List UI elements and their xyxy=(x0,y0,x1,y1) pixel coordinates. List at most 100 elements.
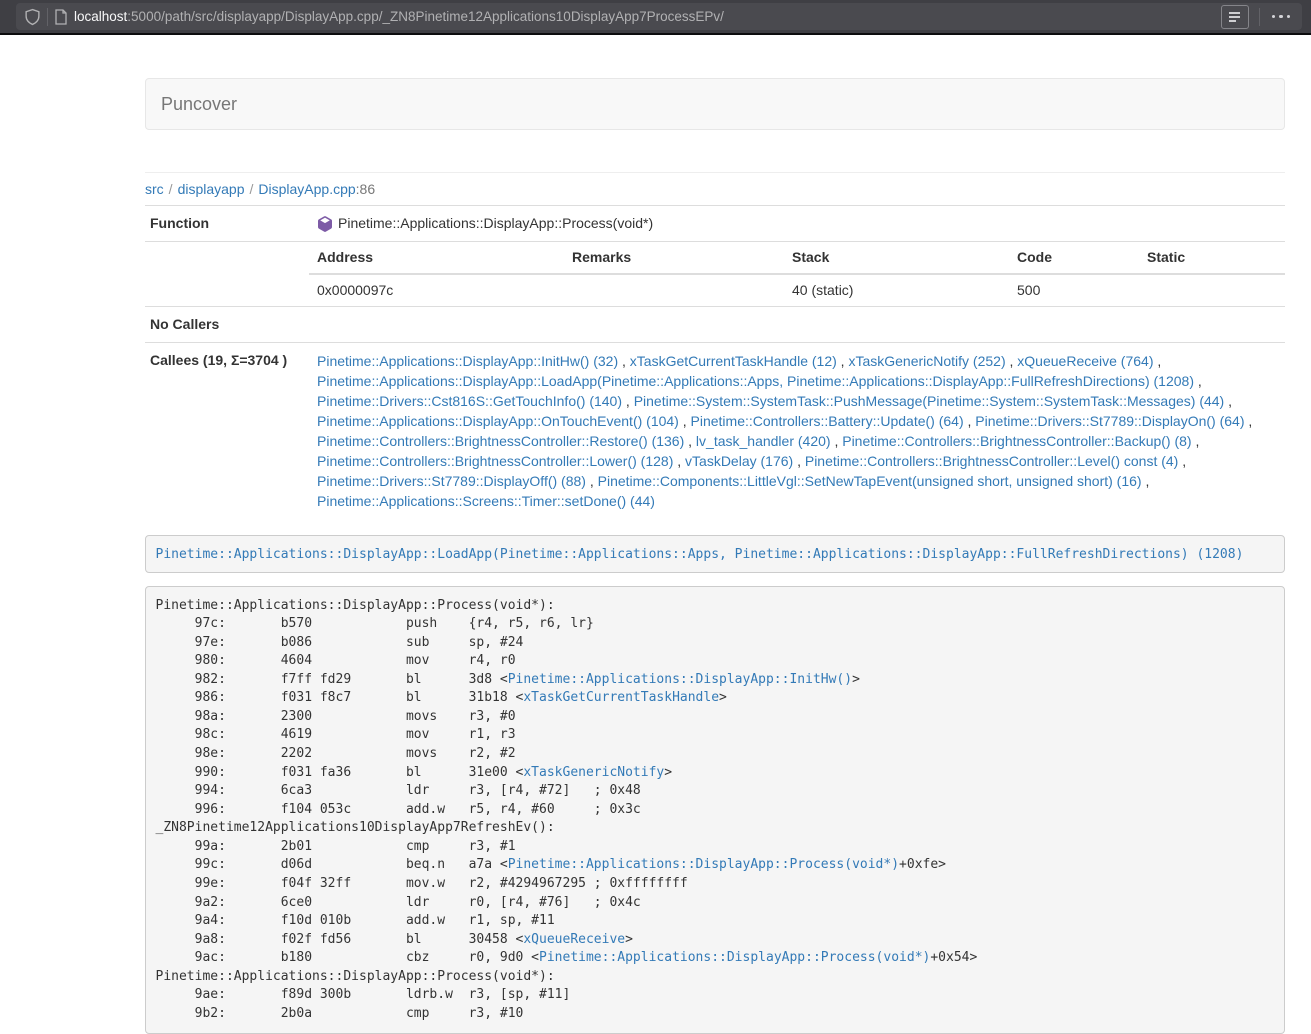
col-header-address: Address xyxy=(309,242,564,274)
callee-link[interactable]: Pinetime::Controllers::BrightnessControl… xyxy=(317,433,684,449)
asm-symbol-link[interactable]: xTaskGenericNotify xyxy=(523,765,664,780)
highlighted-symbol-link[interactable]: Pinetime::Applications::DisplayApp::Load… xyxy=(156,547,1244,562)
brand-panel: Puncover xyxy=(145,78,1285,130)
breadcrumb-separator: / xyxy=(250,181,254,197)
callee-line: Pinetime::Applications::DisplayApp::Load… xyxy=(317,371,1277,391)
url-text[interactable]: localhost:5000/path/src/displayapp/Displ… xyxy=(74,9,1221,24)
breadcrumb: src/displayapp/DisplayApp.cpp:86 xyxy=(145,179,1285,205)
callee-link[interactable]: xQueueReceive (764) xyxy=(1017,353,1153,369)
callee-separator: , xyxy=(684,433,696,449)
callee-separator: , xyxy=(1006,353,1018,369)
breadcrumb-link-src[interactable]: src xyxy=(145,181,164,197)
callee-separator: , xyxy=(673,453,685,469)
function-row: Function Pinetime::Applications::Display… xyxy=(145,206,1285,242)
asm-symbol-link[interactable]: Pinetime::Applications::DisplayApp::Init… xyxy=(508,672,852,687)
assembly-code: Pinetime::Applications::DisplayApp::Proc… xyxy=(156,597,1275,1024)
callee-separator: , xyxy=(1194,373,1202,389)
callee-separator: , xyxy=(586,473,598,489)
asm-line: 98e: 2202 movs r2, #2 xyxy=(156,745,1275,764)
callee-link[interactable]: Pinetime::Components::LittleVgl::SetNewT… xyxy=(598,473,1142,489)
callee-separator: , xyxy=(793,453,805,469)
callee-separator: , xyxy=(679,413,691,429)
callee-separator: , xyxy=(837,353,849,369)
asm-line: 986: f031 f8c7 bl 31b18 <xTaskGetCurrent… xyxy=(156,689,1275,708)
callee-link[interactable]: Pinetime::Controllers::Battery::Update()… xyxy=(691,413,964,429)
callee-separator: , xyxy=(1153,353,1161,369)
callee-link[interactable]: Pinetime::Controllers::BrightnessControl… xyxy=(842,433,1191,449)
asm-line: 99e: f04f 32ff mov.w r2, #4294967295 ; 0… xyxy=(156,875,1275,894)
static-value xyxy=(1139,274,1285,306)
address-value: 0x0000097c xyxy=(309,274,564,306)
function-label: Function xyxy=(145,206,309,242)
callee-separator: , xyxy=(831,433,843,449)
asm-line: 9ae: f89d 300b ldrb.w r3, [sp, #11] xyxy=(156,986,1275,1005)
metrics-row: Address Remarks Stack Code Static 0x0000… xyxy=(145,242,1285,307)
callee-link[interactable]: xTaskGenericNotify (252) xyxy=(848,353,1005,369)
callee-line: Pinetime::Controllers::BrightnessControl… xyxy=(317,431,1277,451)
remarks-value xyxy=(564,274,784,306)
metrics-header-row: Address Remarks Stack Code Static xyxy=(309,242,1285,274)
page-icon xyxy=(54,9,68,25)
asm-line: 9ac: b180 cbz r0, 9d0 <Pinetime::Applica… xyxy=(156,949,1275,968)
asm-line: 98a: 2300 movs r3, #0 xyxy=(156,708,1275,727)
asm-symbol-link[interactable]: xTaskGetCurrentTaskHandle xyxy=(523,690,719,705)
function-table: Function Pinetime::Applications::Display… xyxy=(145,205,1285,519)
package-icon xyxy=(317,216,333,232)
callee-link[interactable]: Pinetime::Drivers::Cst816S::GetTouchInfo… xyxy=(317,393,622,409)
asm-line: 980: 4604 mov r4, r0 xyxy=(156,652,1275,671)
callee-link[interactable]: Pinetime::Applications::DisplayApp::Init… xyxy=(317,353,618,369)
asm-line: Pinetime::Applications::DisplayApp::Proc… xyxy=(156,968,1275,987)
url-path: :5000/path/src/displayapp/DisplayApp.cpp… xyxy=(127,9,724,24)
asm-line: 98c: 4619 mov r1, r3 xyxy=(156,726,1275,745)
reader-glyph xyxy=(1229,10,1240,24)
callee-link[interactable]: xTaskGetCurrentTaskHandle (12) xyxy=(630,353,837,369)
callees-row: Callees (19, Σ=3704 ) Pinetime::Applicat… xyxy=(145,343,1285,520)
page: Puncover src/displayapp/DisplayApp.cpp:8… xyxy=(0,35,1311,998)
callee-link[interactable]: vTaskDelay (176) xyxy=(685,453,793,469)
callee-line: Pinetime::Drivers::St7789::DisplayOff() … xyxy=(317,471,1277,491)
breadcrumb-link-displayapp[interactable]: displayapp xyxy=(178,181,245,197)
callee-separator: , xyxy=(1178,453,1186,469)
asm-line: 99a: 2b01 cmp r3, #1 xyxy=(156,838,1275,857)
asm-symbol-link[interactable]: Pinetime::Applications::DisplayApp::Proc… xyxy=(508,857,899,872)
callee-line: Pinetime::Controllers::BrightnessControl… xyxy=(317,451,1277,471)
callees-label: Callees (19, Σ=3704 ) xyxy=(145,343,309,520)
breadcrumb-separator: / xyxy=(169,181,173,197)
asm-symbol-link[interactable]: Pinetime::Applications::DisplayApp::Proc… xyxy=(539,950,930,965)
callee-separator: , xyxy=(1192,433,1200,449)
callee-link[interactable]: lv_task_handler (420) xyxy=(696,433,831,449)
assembly-block: Pinetime::Applications::DisplayApp::Proc… xyxy=(145,586,1285,1034)
asm-line: 9a4: f10d 010b add.w r1, sp, #11 xyxy=(156,912,1275,931)
callee-separator: , xyxy=(1142,473,1150,489)
breadcrumb-line-number: :86 xyxy=(356,181,375,197)
brand-title[interactable]: Puncover xyxy=(146,94,237,115)
callee-link[interactable]: Pinetime::Controllers::BrightnessControl… xyxy=(805,453,1178,469)
callee-link[interactable]: Pinetime::Drivers::St7789::DisplayOn() (… xyxy=(975,413,1244,429)
callee-link[interactable]: Pinetime::Applications::DisplayApp::OnTo… xyxy=(317,413,679,429)
callee-link[interactable]: Pinetime::System::SystemTask::PushMessag… xyxy=(634,393,1225,409)
stack-value: 40 (static) xyxy=(784,274,1009,306)
url-host: localhost xyxy=(74,9,127,24)
url-bar[interactable]: localhost:5000/path/src/displayapp/Displ… xyxy=(16,3,1302,30)
callee-line: Pinetime::Applications::Screens::Timer::… xyxy=(317,491,1277,511)
no-callers-label: No Callers xyxy=(145,307,309,343)
callee-link[interactable]: Pinetime::Drivers::St7789::DisplayOff() … xyxy=(317,473,586,489)
col-header-remarks: Remarks xyxy=(564,242,784,274)
divider xyxy=(47,8,48,26)
code-value: 500 xyxy=(1009,274,1139,306)
callee-link[interactable]: Pinetime::Applications::Screens::Timer::… xyxy=(317,493,655,509)
divider xyxy=(1259,8,1260,26)
asm-symbol-link[interactable]: xQueueReceive xyxy=(523,932,625,947)
highlighted-symbol-block: Pinetime::Applications::DisplayApp::Load… xyxy=(145,535,1285,573)
shield-icon[interactable] xyxy=(24,8,41,26)
callee-separator: , xyxy=(1245,413,1253,429)
asm-line: 982: f7ff fd29 bl 3d8 <Pinetime::Applica… xyxy=(156,671,1275,690)
breadcrumb-link-file[interactable]: DisplayApp.cpp xyxy=(258,181,355,197)
asm-line: 99c: d06d beq.n a7a <Pinetime::Applicati… xyxy=(156,856,1275,875)
callee-link[interactable]: Pinetime::Applications::DisplayApp::Load… xyxy=(317,373,1194,389)
reader-mode-icon[interactable] xyxy=(1221,5,1249,29)
asm-line: 9a2: 6ce0 ldr r0, [r4, #76] ; 0x4c xyxy=(156,894,1275,913)
inner-metrics-table: Address Remarks Stack Code Static 0x0000… xyxy=(309,242,1285,306)
callee-link[interactable]: Pinetime::Controllers::BrightnessControl… xyxy=(317,453,673,469)
meatball-menu-icon[interactable] xyxy=(1272,15,1291,19)
